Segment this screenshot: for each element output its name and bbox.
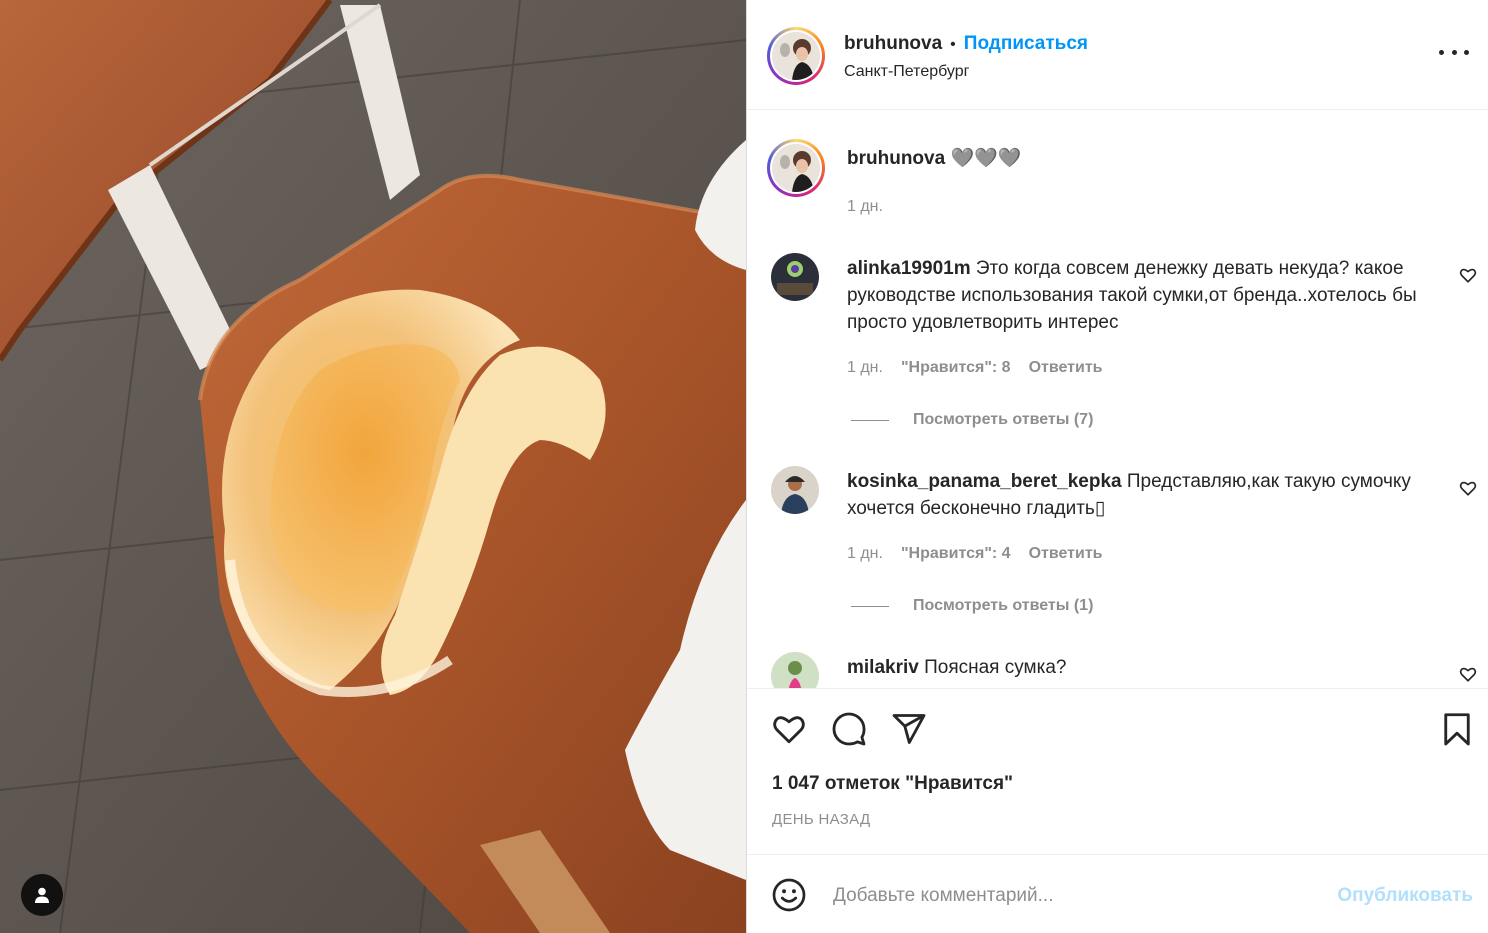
likes-count[interactable]: 1 047 отметок "Нравится" xyxy=(772,773,1013,795)
view-replies-button[interactable]: Посмотреть ответы (7) xyxy=(851,411,1093,429)
comment-username[interactable]: milakriv xyxy=(847,657,919,678)
post-image xyxy=(0,0,746,933)
caption-avatar[interactable] xyxy=(767,139,825,197)
comment-time[interactable]: 1 дн. xyxy=(847,359,883,377)
comment-like-icon[interactable] xyxy=(1459,479,1477,497)
publish-button[interactable]: Опубликовать xyxy=(1337,885,1473,907)
reply-button[interactable]: Ответить xyxy=(1029,359,1103,377)
reply-button[interactable]: Ответить xyxy=(1029,545,1103,563)
divider-line xyxy=(851,605,889,607)
comment-avatar[interactable] xyxy=(771,652,819,688)
post-header: bruhunova • Подписаться Санкт-Петербург xyxy=(747,0,1488,110)
user-tag-icon xyxy=(35,887,49,903)
user-tags-button[interactable] xyxy=(21,874,63,916)
comment: alinka19901m Это когда совсем денежку де… xyxy=(847,255,1427,336)
comment-bubble-icon[interactable] xyxy=(831,711,867,747)
caption-text: 🩶🩶🩶 xyxy=(950,148,1022,169)
caption-meta: 1 дн. xyxy=(847,198,883,216)
bookmark-icon[interactable] xyxy=(1439,711,1475,747)
comment-like-icon[interactable] xyxy=(1459,665,1477,683)
comment-text: Поясная сумка? xyxy=(924,657,1067,678)
post-location[interactable]: Санкт-Петербург xyxy=(844,63,969,81)
comment-username[interactable]: kosinka_panama_beret_kepka xyxy=(847,471,1122,492)
comment-input[interactable] xyxy=(831,877,1295,915)
author-username[interactable]: bruhunova xyxy=(844,33,942,55)
comment: kosinka_panama_beret_kepka Представляю,к… xyxy=(847,468,1427,522)
comment-username[interactable]: alinka19901m xyxy=(847,258,971,279)
comment: milakriv Поясная сумка? xyxy=(847,654,1427,681)
comment-likes[interactable]: "Нравится": 4 xyxy=(901,545,1011,563)
author-avatar[interactable] xyxy=(767,27,825,85)
post-side-panel: bruhunova • Подписаться Санкт-Петербург xyxy=(746,0,1488,933)
caption-username[interactable]: bruhunova xyxy=(847,148,945,169)
heart-icon[interactable] xyxy=(771,711,807,747)
comment-likes[interactable]: "Нравится": 8 xyxy=(901,359,1011,377)
more-horizontal-icon xyxy=(1439,49,1444,55)
caption: bruhunova 🩶🩶🩶 xyxy=(847,145,1427,172)
comment-time[interactable]: 1 дн. xyxy=(847,545,883,563)
post-photo[interactable] xyxy=(0,0,746,933)
follow-button[interactable]: Подписаться xyxy=(964,33,1088,55)
caption-time[interactable]: 1 дн. xyxy=(847,198,883,216)
view-replies-label: Посмотреть ответы (7) xyxy=(913,411,1094,428)
more-options-button[interactable] xyxy=(1439,42,1469,62)
comment-avatar[interactable] xyxy=(771,466,819,514)
separator-dot: • xyxy=(950,36,956,53)
paper-plane-icon[interactable] xyxy=(891,711,927,747)
comment-like-icon[interactable] xyxy=(1459,266,1477,284)
smiley-icon[interactable] xyxy=(771,877,807,913)
view-replies-button[interactable]: Посмотреть ответы (1) xyxy=(851,597,1093,615)
comment-meta: 1 дн. "Нравится": 4 Ответить xyxy=(847,545,1103,563)
comment-avatar[interactable] xyxy=(771,253,819,301)
post-actions: 1 047 отметок "Нравится" ДЕНЬ НАЗАД xyxy=(747,688,1488,854)
view-replies-label: Посмотреть ответы (1) xyxy=(913,597,1094,614)
comments-list[interactable]: bruhunova 🩶🩶🩶 1 дн. alinka19901m Это ког… xyxy=(747,110,1488,688)
divider-line xyxy=(851,419,889,421)
comment-meta: 1 дн. "Нравится": 8 Ответить xyxy=(847,359,1103,377)
add-comment-bar: Опубликовать xyxy=(747,854,1488,933)
post-date[interactable]: ДЕНЬ НАЗАД xyxy=(772,811,870,828)
